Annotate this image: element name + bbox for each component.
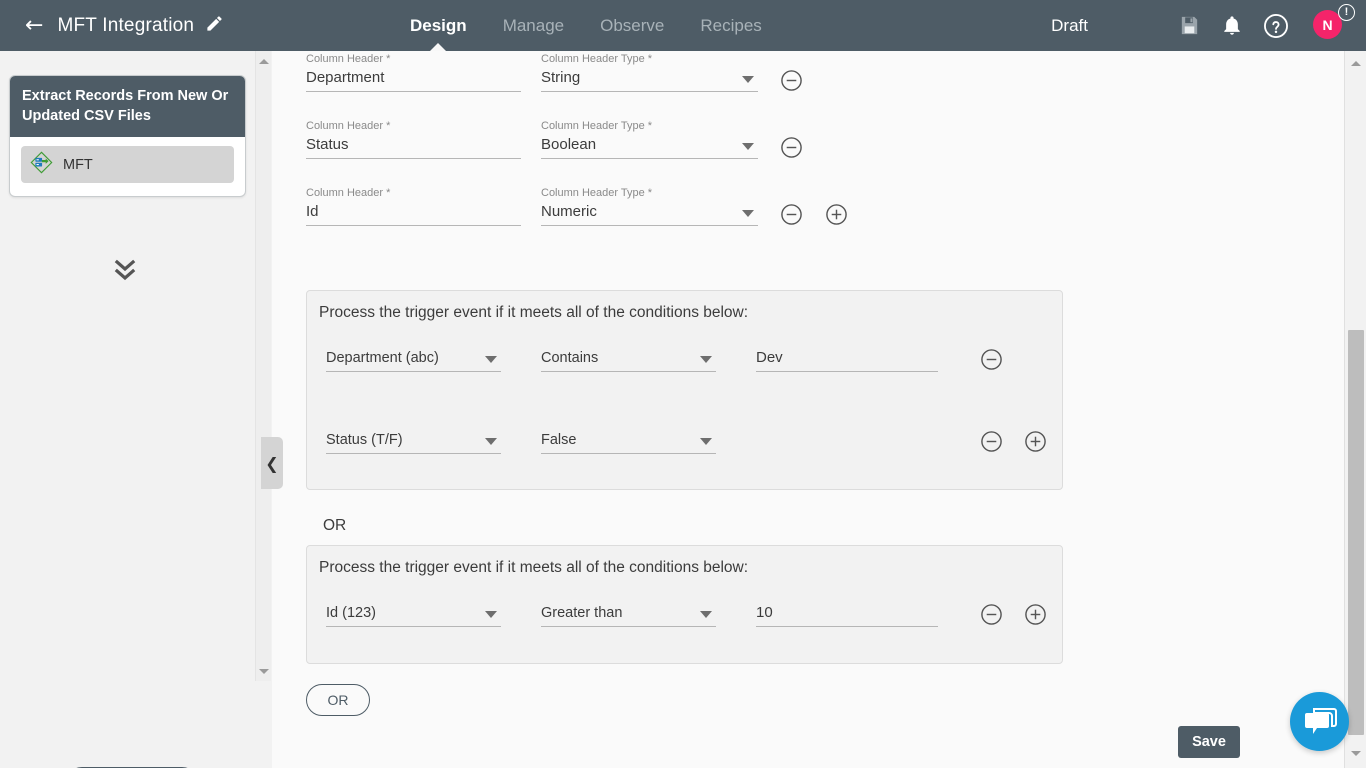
column-header-label-1: Column Header * <box>306 53 391 65</box>
help-circle-icon[interactable] <box>1263 13 1289 39</box>
flow-step-card[interactable]: Extract Records From New Or Updated CSV … <box>9 75 246 197</box>
status-badge: Draft <box>1051 15 1088 35</box>
remove-condition-button-3[interactable] <box>980 603 1002 625</box>
condition-field-input-2[interactable] <box>326 432 501 454</box>
column-type-select-3[interactable] <box>541 203 758 226</box>
header-right-group: Draft N ! <box>1051 0 1366 51</box>
scroll-down-arrow-icon[interactable] <box>256 663 272 679</box>
tab-design[interactable]: Design <box>410 0 467 51</box>
add-condition-button-2[interactable] <box>1024 430 1046 452</box>
remove-column-button-2[interactable] <box>780 136 802 158</box>
column-header-field-2: Column Header * <box>306 120 521 159</box>
mft-transfer-icon <box>30 151 53 179</box>
scroll-down-arrow-icon[interactable] <box>1345 744 1366 762</box>
condition-actions-3 <box>980 603 1046 627</box>
avatar-alert-badge[interactable]: ! <box>1338 4 1355 21</box>
column-type-label-3: Column Header Type * <box>541 187 653 199</box>
tab-observe[interactable]: Observe <box>600 0 664 51</box>
save-button[interactable]: Save <box>1178 726 1240 758</box>
column-type-label-2: Column Header Type * <box>541 120 653 132</box>
column-header-field-1: Column Header * <box>306 53 521 92</box>
column-type-label-1: Column Header Type * <box>541 53 653 65</box>
condition-group-1: Process the trigger event if it meets al… <box>306 290 1063 490</box>
scrollbar-thumb[interactable] <box>1348 330 1364 735</box>
condition-row <box>307 430 1062 454</box>
condition-value-input-3[interactable] <box>756 604 938 627</box>
condition-operator-select-2 <box>541 432 716 454</box>
column-header-input-2[interactable] <box>306 136 521 159</box>
chevron-left-icon: ❮ <box>265 453 279 473</box>
main-scrollbar[interactable] <box>1344 51 1366 768</box>
add-condition-button-3[interactable] <box>1024 603 1046 625</box>
remove-condition-button-1[interactable] <box>980 348 1002 370</box>
scroll-up-arrow-icon[interactable] <box>1345 54 1366 72</box>
condition-operator-input-1[interactable] <box>541 350 716 372</box>
column-header-label-3: Column Header * <box>306 187 391 199</box>
condition-field-input-3[interactable] <box>326 605 501 627</box>
condition-group-2-title: Process the trigger event if it meets al… <box>319 559 749 576</box>
condition-row <box>307 348 1062 372</box>
chat-bubble-icon[interactable] <box>1290 692 1349 751</box>
condition-value-input-1[interactable] <box>756 349 938 372</box>
tab-manage[interactable]: Manage <box>503 0 564 51</box>
condition-actions-1 <box>980 348 1002 372</box>
column-header-row: Column Header * Column Header Type * <box>306 120 802 159</box>
main-nav-tabs: Design Manage Observe Recipes <box>410 0 762 51</box>
left-sidebar: Extract Records From New Or Updated CSV … <box>0 51 250 768</box>
column-header-field-3: Column Header * <box>306 187 521 226</box>
page-title: MFT Integration <box>57 14 195 36</box>
back-arrow-icon[interactable]: ← <box>25 14 43 37</box>
column-header-row: Column Header * Column Header Type * <box>306 187 847 226</box>
tab-recipes[interactable]: Recipes <box>700 0 761 51</box>
sidebar-scrollbar[interactable] <box>255 51 271 681</box>
column-type-select-2[interactable] <box>541 136 758 159</box>
save-disk-icon[interactable] <box>1178 14 1201 37</box>
add-column-button[interactable] <box>825 203 847 225</box>
add-or-group-button[interactable]: OR <box>306 684 370 716</box>
app-header: ← MFT Integration Design Manage Observe … <box>0 0 1366 51</box>
remove-column-button-1[interactable] <box>780 69 802 91</box>
condition-operator-select-3 <box>541 605 716 627</box>
flow-node-label: MFT <box>63 156 93 173</box>
condition-group-2: Process the trigger event if it meets al… <box>306 545 1063 664</box>
condition-field-input-1[interactable] <box>326 350 501 372</box>
condition-field-select-2 <box>326 432 501 454</box>
header-left-group: ← MFT Integration <box>0 14 224 38</box>
scroll-up-arrow-icon[interactable] <box>256 53 272 69</box>
condition-row <box>307 603 1062 627</box>
column-header-row: Column Header * Column Header Type * <box>306 53 802 92</box>
condition-actions-2 <box>980 430 1046 454</box>
column-header-label-2: Column Header * <box>306 120 391 132</box>
flow-step-title: Extract Records From New Or Updated CSV … <box>10 76 245 137</box>
condition-group-1-title: Process the trigger event if it meets al… <box>319 304 749 321</box>
condition-operator-input-3[interactable] <box>541 605 716 627</box>
column-type-field-3: Column Header Type * <box>541 187 758 226</box>
pencil-icon[interactable] <box>205 14 224 38</box>
double-chevron-down-icon[interactable] <box>0 256 250 284</box>
column-header-input-3[interactable] <box>306 203 521 226</box>
condition-field-select-1 <box>326 350 501 372</box>
condition-operator-input-2[interactable] <box>541 432 716 454</box>
condition-value-field-1 <box>756 349 938 372</box>
avatar[interactable]: N ! <box>1313 4 1355 41</box>
column-type-field-2: Column Header Type * <box>541 120 758 159</box>
flow-node-mft[interactable]: MFT <box>21 146 234 183</box>
flow-step-body: MFT <box>10 137 245 196</box>
sidebar-collapse-handle[interactable]: ❮ <box>261 437 283 489</box>
bell-icon[interactable] <box>1221 14 1243 37</box>
column-type-field-1: Column Header Type * <box>541 53 758 92</box>
remove-column-button-3[interactable] <box>780 203 802 225</box>
main-content: Column Header * Column Header Type * Col… <box>272 51 1344 768</box>
column-type-select-1[interactable] <box>541 69 758 92</box>
condition-field-select-3 <box>326 605 501 627</box>
condition-operator-select-1 <box>541 350 716 372</box>
column-header-input-1[interactable] <box>306 69 521 92</box>
remove-condition-button-2[interactable] <box>980 430 1002 452</box>
condition-value-field-3 <box>756 604 938 627</box>
or-separator-label: OR <box>323 517 347 534</box>
